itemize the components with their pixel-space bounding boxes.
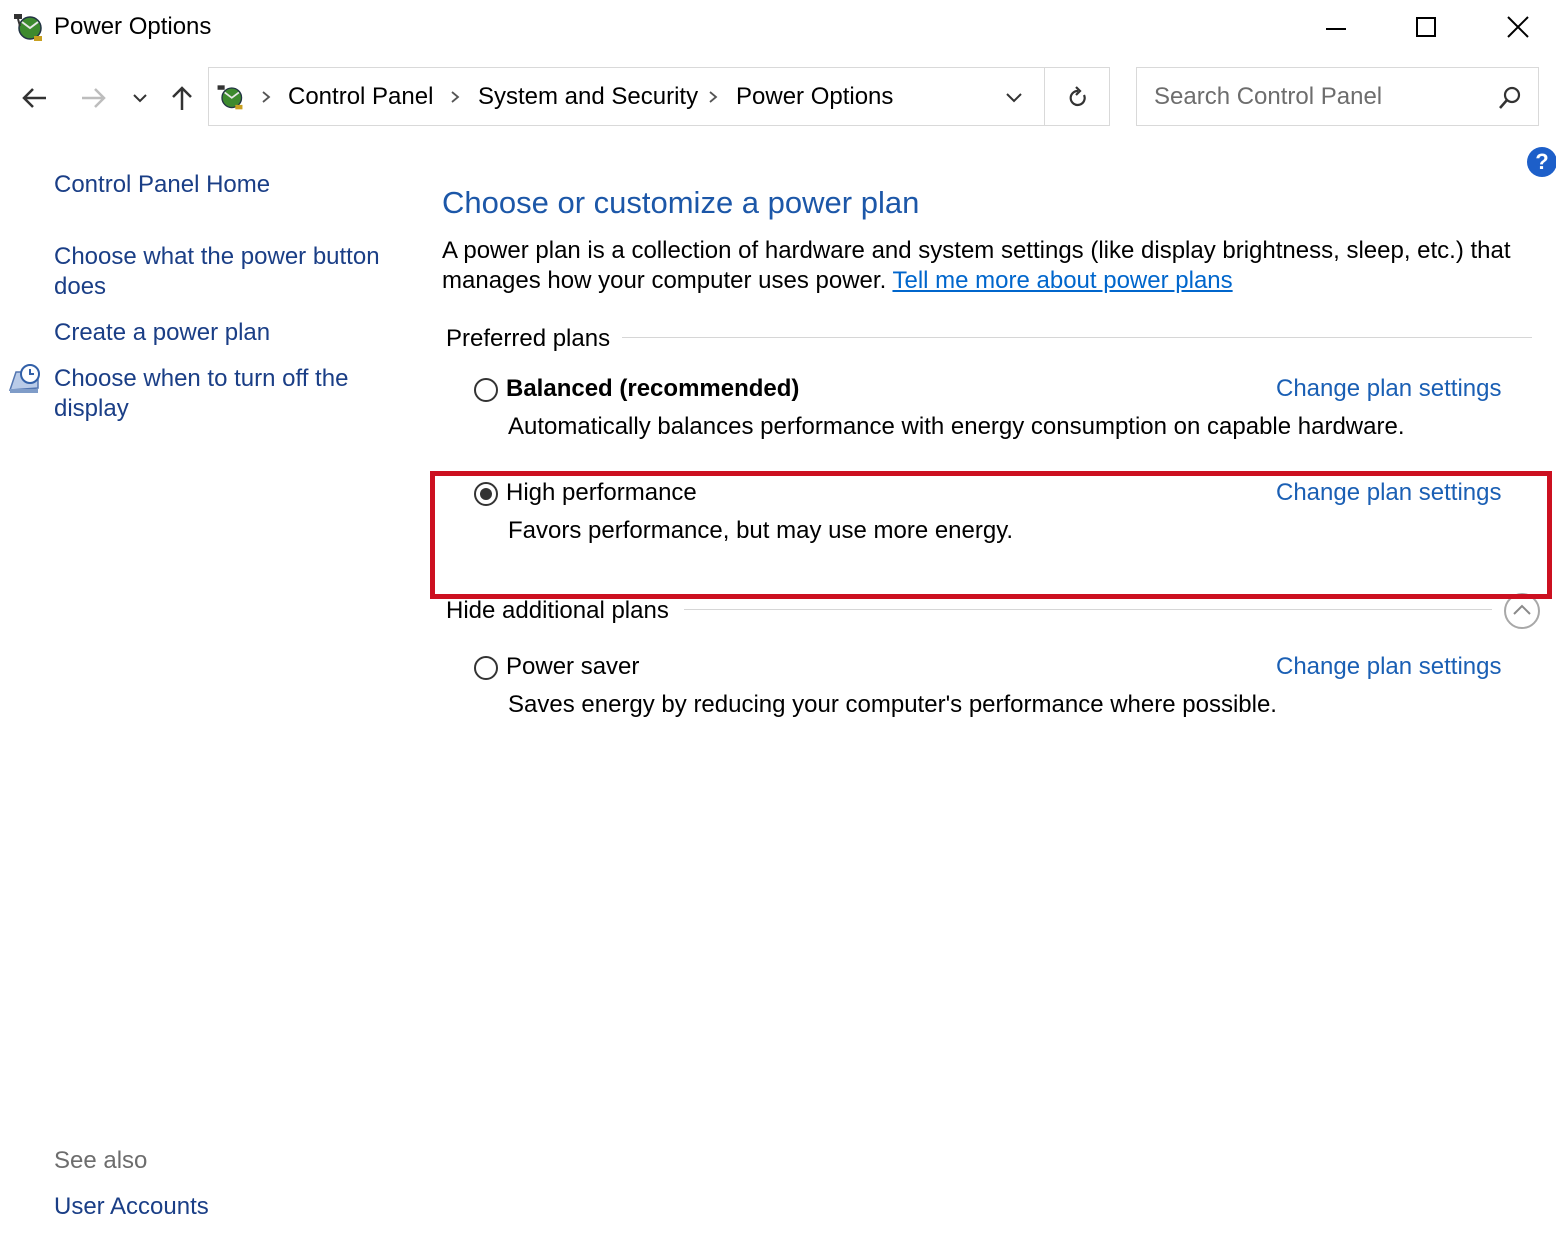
address-divider (1044, 68, 1045, 125)
section-divider (684, 609, 1492, 610)
forward-arrow-icon (82, 88, 106, 108)
description-line2: manages how your computer uses power. Te… (442, 266, 1522, 296)
search-icon[interactable] (1496, 84, 1524, 112)
breadcrumb-separator-icon (709, 91, 718, 103)
maximize-icon (1416, 17, 1436, 37)
forward-button[interactable] (74, 76, 114, 120)
refresh-button[interactable] (1060, 80, 1096, 116)
back-arrow-icon (22, 88, 46, 108)
up-arrow-icon (172, 86, 192, 110)
balanced-plan-description: Automatically balances performance with … (508, 413, 1405, 440)
back-button[interactable] (14, 76, 54, 120)
breadcrumb-system-and-security[interactable]: System and Security (478, 82, 698, 112)
section-divider (618, 337, 1532, 338)
power-saver-change-settings-link[interactable]: Change plan settings (1276, 652, 1502, 682)
page-description: A power plan is a collection of hardware… (442, 236, 1522, 296)
display-clock-icon (8, 362, 42, 396)
chevron-down-icon (1006, 93, 1022, 103)
power-button-link-line2: does (54, 273, 107, 300)
breadcrumb-separator-icon (451, 91, 460, 103)
user-accounts-link[interactable]: User Accounts (54, 1192, 209, 1222)
display-off-link-line2: display (54, 395, 129, 422)
breadcrumb-separator-icon (262, 91, 271, 103)
up-button[interactable] (162, 76, 202, 120)
address-dropdown-button[interactable] (1000, 84, 1028, 112)
create-power-plan-link[interactable]: Create a power plan (54, 318, 270, 348)
balanced-radio[interactable] (474, 378, 498, 402)
control-panel-home-link[interactable]: Control Panel Home (54, 170, 270, 200)
refresh-icon (1069, 86, 1086, 107)
close-button[interactable] (1472, 0, 1556, 54)
svg-text:?: ? (1535, 149, 1548, 174)
highlight-box (430, 471, 1552, 599)
chevron-down-icon (133, 94, 147, 103)
description-line2-text: manages how your computer uses power. (442, 267, 887, 294)
maximize-button[interactable] (1380, 0, 1472, 54)
description-line1: A power plan is a collection of hardware… (442, 237, 1511, 264)
learn-more-link[interactable]: Tell me more about power plans (892, 267, 1232, 294)
page-title: Choose or customize a power plan (442, 185, 920, 220)
display-off-link[interactable]: Choose when to turn off the display (54, 364, 348, 424)
power-saver-radio[interactable] (474, 656, 498, 680)
preferred-plans-label: Preferred plans (446, 324, 623, 354)
minimize-button[interactable] (1290, 0, 1382, 54)
power-options-icon (10, 8, 46, 44)
power-button-link[interactable]: Choose what the power button does (54, 242, 380, 302)
balanced-change-settings-link[interactable]: Change plan settings (1276, 374, 1502, 404)
close-icon (1507, 16, 1529, 38)
power-options-icon (214, 80, 246, 112)
hide-additional-plans-label[interactable]: Hide additional plans (446, 596, 681, 626)
power-button-link-line1: Choose what the power button (54, 243, 380, 270)
minimize-icon (1326, 28, 1346, 30)
display-off-link-line1: Choose when to turn off the (54, 365, 349, 392)
power-saver-plan-name[interactable]: Power saver (506, 652, 639, 682)
window-title: Power Options (54, 13, 212, 40)
help-icon[interactable]: ? (1526, 146, 1556, 178)
see-also-label: See also (54, 1147, 148, 1174)
power-saver-plan-description: Saves energy by reducing your computer's… (508, 691, 1277, 718)
balanced-plan-name[interactable]: Balanced (recommended) (506, 374, 799, 404)
recent-locations-button[interactable] (122, 76, 158, 120)
search-placeholder: Search Control Panel (1154, 83, 1383, 110)
breadcrumb-control-panel[interactable]: Control Panel (288, 82, 433, 112)
breadcrumb-power-options[interactable]: Power Options (736, 82, 893, 112)
